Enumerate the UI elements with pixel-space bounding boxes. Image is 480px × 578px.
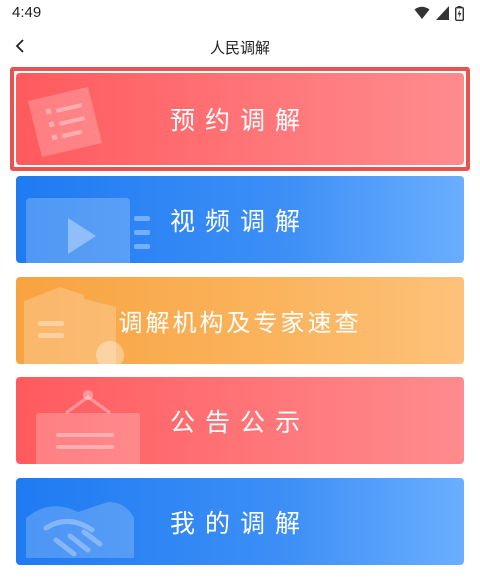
status-time: 4:49: [12, 4, 42, 21]
menu-card-label: 我的调解: [169, 508, 310, 538]
signal-icon: [436, 6, 449, 20]
menu-card-label: 调解机构及专家速查: [118, 309, 362, 337]
app-header: 人民调解: [0, 26, 480, 66]
status-bar: 4:49: [0, 0, 480, 26]
status-icons: [414, 5, 464, 21]
menu-card-video[interactable]: 视频调解: [16, 176, 464, 263]
menu-card-appointment[interactable]: 预约调解: [16, 73, 464, 165]
page-title: 人民调解: [209, 39, 270, 57]
menu-card-label: 预约调解: [169, 106, 310, 135]
menu-card-institution-search[interactable]: 调解机构及专家速查: [16, 277, 464, 364]
menu-card-announcement[interactable]: 公告公示: [16, 377, 464, 464]
battery-icon: [455, 5, 464, 21]
menu-card-my-mediation[interactable]: 我的调解: [16, 478, 464, 565]
menu-card-label: 公告公示: [169, 407, 310, 437]
wifi-icon: [414, 6, 430, 19]
menu-card-label: 视频调解: [169, 206, 310, 236]
